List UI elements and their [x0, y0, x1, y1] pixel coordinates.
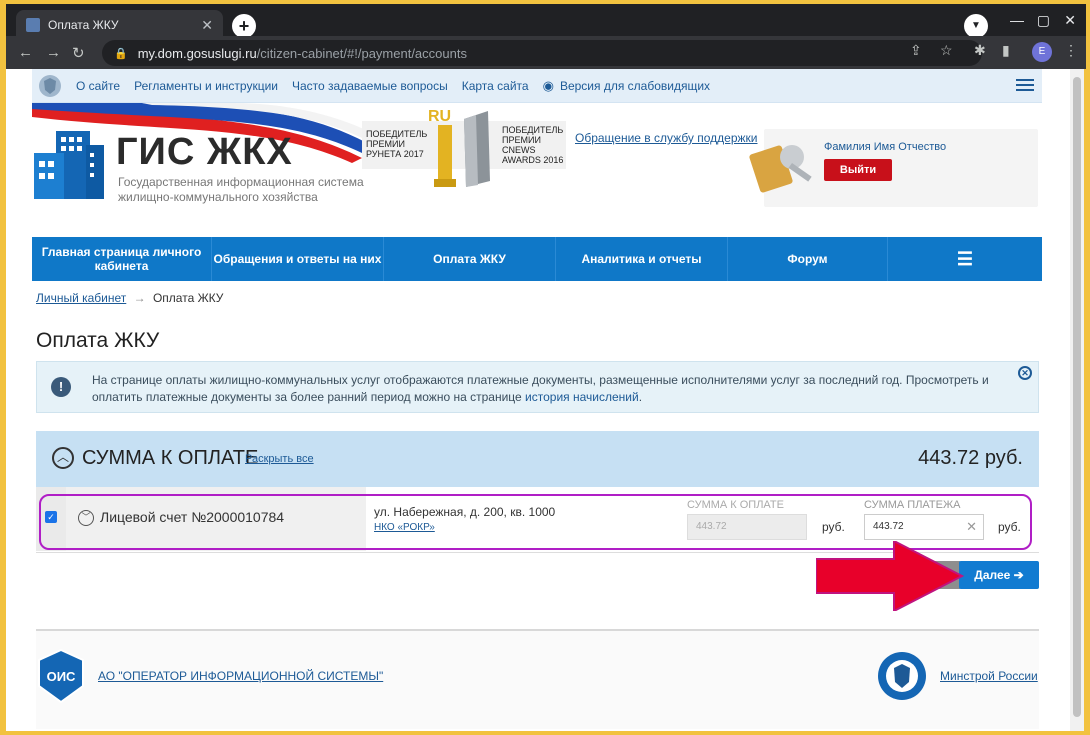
- payment-amount-input[interactable]: 443.72 ✕: [864, 514, 984, 540]
- nav-more-icon[interactable]: ☰: [888, 237, 1042, 281]
- side-panel-icon[interactable]: ▮: [1002, 42, 1010, 59]
- building-logo-icon: [34, 131, 104, 199]
- support-link[interactable]: Обращение в службу поддержки: [575, 131, 758, 145]
- account-checkbox[interactable]: ✓: [45, 511, 57, 523]
- coat-of-arms-icon: [39, 74, 61, 97]
- back-icon[interactable]: ←: [18, 44, 33, 61]
- profile-avatar[interactable]: E: [1032, 42, 1052, 62]
- reload-icon[interactable]: ↻: [72, 44, 85, 62]
- account-name-cell[interactable]: ﹀ Лицевой счет №2000010784: [66, 487, 366, 551]
- user-panel: Фамилия Имя Отчество Выйти: [749, 129, 1038, 207]
- keys-icon: [749, 145, 812, 193]
- user-fullname[interactable]: Фамилия Имя Отчество: [824, 141, 946, 153]
- tab-title: Оплата ЖКУ: [48, 18, 119, 32]
- url-host: my.dom.gosuslugi.ru: [137, 45, 257, 61]
- close-tab-icon[interactable]: ✕: [201, 17, 213, 34]
- tab-search-icon[interactable]: ▼: [964, 14, 988, 38]
- main-navigation: Главная страница личного кабинета Обраще…: [32, 237, 1042, 281]
- account-address: ул. Набережная, д. 200, кв. 1000: [374, 505, 556, 519]
- url-path: /citizen-cabinet/#!/payment/accounts: [256, 45, 467, 61]
- notice-close-icon[interactable]: ✕: [1018, 366, 1032, 380]
- payment-amount-label: СУММА ПЛАТЕЖА: [864, 499, 961, 511]
- operator-link[interactable]: АО "ОПЕРАТОР ИНФОРМАЦИОННОЙ СИСТЕМЫ": [98, 669, 383, 683]
- link-about[interactable]: О сайте: [76, 79, 120, 93]
- page-scrollbar[interactable]: [1070, 69, 1084, 731]
- scrollbar-thumb[interactable]: [1073, 77, 1081, 717]
- share-icon[interactable]: ⇪: [910, 42, 922, 59]
- clear-input-icon[interactable]: ✕: [966, 515, 977, 539]
- close-window-button[interactable]: ✕: [1064, 12, 1076, 29]
- account-checkbox-cell: ✓: [36, 487, 66, 551]
- history-link[interactable]: история начислений: [525, 390, 639, 404]
- notice-text: На странице оплаты жилищно-коммунальных …: [92, 372, 1002, 406]
- page-footer: ОИС АО "ОПЕРАТОР ИНФОРМАЦИОННОЙ СИСТЕМЫ"…: [36, 629, 1039, 729]
- account-org-link[interactable]: НКО «РОКР»: [374, 522, 435, 533]
- nav-item-payment[interactable]: Оплата ЖКУ: [384, 237, 556, 281]
- new-tab-button[interactable]: +: [232, 14, 256, 38]
- ois-badge-icon: ОИС: [38, 648, 84, 704]
- minstroy-emblem-icon: [878, 652, 926, 700]
- maximize-button[interactable]: ▢: [1037, 12, 1050, 29]
- extensions-icon[interactable]: ✱: [974, 42, 986, 59]
- eye-icon: ◉: [542, 77, 554, 93]
- summary-title: СУММА К ОПЛАТЕ: [82, 447, 259, 469]
- breadcrumb: Личный кабинет → Оплата ЖКУ: [36, 291, 223, 305]
- breadcrumb-separator: →: [133, 291, 146, 305]
- minimize-button[interactable]: —: [1010, 12, 1024, 28]
- notice-end: .: [638, 390, 643, 404]
- info-exclamation-icon: !: [51, 377, 71, 397]
- nav-item-analytics[interactable]: Аналитика и отчеты: [556, 237, 728, 281]
- breadcrumb-current: Оплата ЖКУ: [152, 291, 224, 305]
- info-notice: ! На странице оплаты жилищно-коммунальны…: [36, 361, 1039, 413]
- logout-button[interactable]: Выйти: [824, 159, 892, 181]
- site-header: ГИС ЖКХ Государственная информационная с…: [32, 103, 1042, 237]
- account-number: Лицевой счет №2000010784: [100, 509, 285, 525]
- breadcrumb-home[interactable]: Личный кабинет: [36, 291, 126, 305]
- tab-bar: Оплата ЖКУ ✕ + ▼ — ▢ ✕: [6, 4, 1086, 40]
- nav-item-requests[interactable]: Обращения и ответы на них: [212, 237, 384, 281]
- hamburger-menu-icon[interactable]: [1016, 79, 1034, 91]
- forward-icon[interactable]: →: [46, 44, 61, 61]
- award-runet-text: ПОБЕДИТЕЛЬ ПРЕМИИ РУНЕТА 2017: [366, 129, 428, 159]
- logo-title[interactable]: ГИС ЖКХ: [116, 131, 293, 174]
- collapse-chevron-icon[interactable]: ︿: [52, 447, 74, 469]
- summary-header: ︿ СУММА К ОПЛАТЕ Раскрыть все 443.72 руб…: [36, 431, 1039, 487]
- top-links-strip: О сайте Регламенты и инструкции Часто за…: [32, 69, 1042, 103]
- nav-item-forum[interactable]: Форум: [728, 237, 888, 281]
- bookmark-star-icon[interactable]: ☆: [940, 42, 953, 59]
- amount-due-label: СУММА К ОПЛАТЕ: [687, 499, 784, 511]
- ois-badge-text: ОИС: [47, 669, 76, 684]
- awards-trophy-icon: RU: [428, 108, 490, 187]
- link-sitemap[interactable]: Карта сайта: [462, 79, 529, 93]
- link-accessibility[interactable]: Версия для слабовидящих: [560, 79, 710, 93]
- minstroy-link[interactable]: Минстрой России: [940, 669, 1038, 683]
- page-title: Оплата ЖКУ: [36, 329, 160, 352]
- logo-subtitle: Государственная информационная система ж…: [118, 175, 364, 204]
- svg-text:RU: RU: [428, 108, 451, 125]
- payment-amount-value: 443.72: [873, 521, 904, 532]
- expand-account-icon[interactable]: ﹀: [78, 510, 94, 526]
- page-viewport: О сайте Регламенты и инструкции Часто за…: [6, 69, 1070, 731]
- nav-item-home[interactable]: Главная страница личного кабинета: [32, 237, 212, 281]
- link-regulations[interactable]: Регламенты и инструкции: [134, 79, 278, 93]
- window-frame: Оплата ЖКУ ✕ + ▼ — ▢ ✕ ← → ↻ 🔒 my.dom.go…: [0, 0, 1090, 735]
- lock-icon: 🔒: [114, 47, 128, 60]
- red-arrow-icon: [816, 541, 965, 611]
- award-cnews-text: ПОБЕДИТЕЛЬ ПРЕМИИ CNEWS AWARDS 2016: [502, 125, 564, 165]
- summary-total: 443.72 руб.: [918, 447, 1023, 469]
- payment-amount-currency: руб.: [998, 520, 1021, 534]
- amount-due-field: 443.72: [687, 514, 807, 540]
- favicon-icon: [26, 18, 40, 32]
- amount-due-currency: руб.: [822, 520, 845, 534]
- address-bar[interactable]: 🔒 my.dom.gosuslugi.ru/citizen-cabinet/#!…: [102, 40, 982, 66]
- browser-toolbar: ← → ↻ 🔒 my.dom.gosuslugi.ru/citizen-cabi…: [6, 36, 1086, 69]
- menu-dots-icon[interactable]: ⋮: [1064, 42, 1078, 59]
- expand-all-link[interactable]: Раскрыть все: [245, 453, 314, 465]
- link-faq[interactable]: Часто задаваемые вопросы: [292, 79, 448, 93]
